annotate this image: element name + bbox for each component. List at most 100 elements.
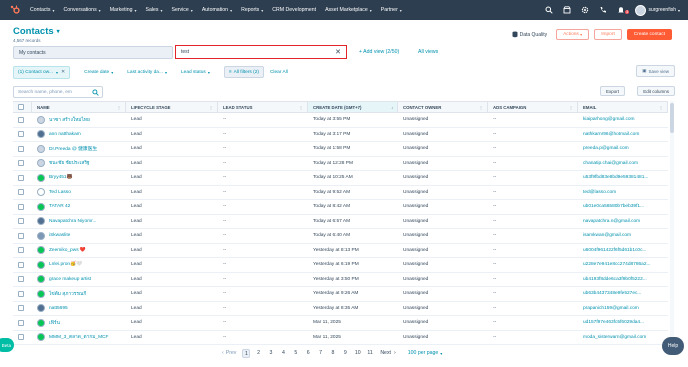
row-checkbox[interactable] bbox=[18, 189, 24, 196]
edit-columns-button[interactable]: Edit columns bbox=[637, 86, 675, 96]
account-menu[interactable]: surgreenfish ▾ bbox=[635, 4, 680, 16]
table-row[interactable]: ann natthakam Lead -- Today at 3:17 PM Unass… bbox=[13, 128, 668, 142]
create-contact-button[interactable]: Create contact bbox=[626, 29, 672, 40]
row-checkbox[interactable] bbox=[18, 232, 24, 239]
column-header-email[interactable]: Email ⋮ bbox=[578, 102, 668, 112]
table-row[interactable]: Dr.Preeda @ 健康医生 Lead -- Today at 1:58 PM Un… bbox=[13, 142, 668, 157]
page-number[interactable]: 2 bbox=[252, 350, 264, 356]
page-number[interactable]: 9 bbox=[339, 350, 351, 356]
sort-desc-icon[interactable]: ↓ bbox=[391, 105, 393, 110]
scrollbar-thumb[interactable] bbox=[670, 103, 674, 133]
per-page-select[interactable]: 100 per page ▾ bbox=[408, 350, 443, 356]
add-view-link[interactable]: + Add view (2/50) bbox=[359, 49, 399, 55]
cell-name[interactable]: ไข่ต้ม สุภาวรรณกี bbox=[32, 287, 126, 301]
cell-email[interactable]: chanatip.chai@gmail.com bbox=[578, 157, 668, 171]
cell-name[interactable]: MMM_3_ตลาด_ตากม_MCF bbox=[32, 331, 126, 345]
import-button[interactable]: Import bbox=[594, 29, 622, 40]
column-header-lifecycle[interactable]: Lifecycle Stage ⋮ bbox=[126, 102, 218, 112]
cell-email[interactable]: u228e7e941e8cc274d8786a2... bbox=[578, 258, 668, 272]
cell-name[interactable]: Ted Lasso bbox=[32, 186, 126, 200]
contact-name[interactable]: นาซา สร้างใหม่ไทย bbox=[49, 116, 90, 124]
nav-crm-development[interactable]: CRM Development bbox=[272, 7, 316, 13]
page-number[interactable]: 7 bbox=[314, 350, 326, 356]
cell-name[interactable]: TATAR 42 bbox=[32, 200, 126, 214]
nav-sales[interactable]: Sales ▾ bbox=[145, 7, 162, 13]
row-checkbox[interactable] bbox=[18, 174, 24, 181]
row-checkbox[interactable] bbox=[18, 218, 24, 225]
page-number[interactable]: 4 bbox=[277, 350, 289, 356]
more-icon[interactable]: ⋮ bbox=[659, 105, 663, 110]
cell-name[interactable]: เฟิร์น bbox=[32, 316, 126, 330]
table-search-input[interactable]: Search name, phone, em bbox=[13, 86, 103, 98]
cell-email[interactable]: preeda.p@gmail.com bbox=[578, 142, 668, 156]
page-title[interactable]: Contacts ▾ bbox=[13, 26, 60, 37]
row-checkbox[interactable] bbox=[18, 276, 24, 283]
contact-name[interactable]: Dr.Preeda @ 健康医生 bbox=[49, 145, 97, 152]
cell-name[interactable]: ann natthakam bbox=[32, 128, 126, 142]
table-row[interactable]: Lnlei.pron🥳🤍 Lead -- Yesterday at 6:19 PM Un… bbox=[13, 258, 668, 273]
cell-email[interactable]: nathkarnr96@hotmail.com bbox=[578, 128, 668, 142]
hubspot-logo-icon[interactable] bbox=[8, 3, 22, 17]
cell-name[interactable]: natt5695 bbox=[32, 302, 126, 316]
contact-name[interactable]: TATAR 42 bbox=[49, 204, 70, 209]
cell-email[interactable]: moda_sisterwarn@gmail.com bbox=[578, 331, 668, 345]
row-checkbox[interactable] bbox=[18, 319, 24, 326]
cell-name[interactable]: Dr.Preeda @ 健康医生 bbox=[32, 142, 126, 156]
column-header-name[interactable]: Name ⋮ bbox=[32, 102, 126, 112]
page-number[interactable]: 10 bbox=[352, 350, 364, 356]
row-checkbox[interactable] bbox=[18, 334, 24, 341]
table-scrollbar[interactable] bbox=[670, 101, 674, 341]
table-row[interactable]: TATAR 42 Lead -- Today at 8:42 AM Unassigned… bbox=[13, 200, 668, 215]
cell-name[interactable]: Navapatchra Niyomr... bbox=[32, 215, 126, 229]
all-filters-button[interactable]: ≡ All filters (2) bbox=[223, 66, 264, 78]
contact-name[interactable]: Navapatchra Niyomr... bbox=[49, 219, 96, 224]
more-icon[interactable]: ⋮ bbox=[209, 105, 213, 110]
cell-name[interactable]: Lnlei.pron🥳🤍 bbox=[32, 258, 126, 272]
cell-email[interactable]: ub63b4437348e9fe527ec... bbox=[578, 287, 668, 301]
view-tab-my-contacts[interactable]: My contacts bbox=[13, 46, 173, 59]
contact-name[interactable]: ann natthakam bbox=[49, 132, 81, 137]
help-button[interactable]: Help bbox=[662, 337, 684, 355]
cell-name[interactable]: ชนะชัย ชัยประเสริฐ bbox=[32, 157, 126, 171]
nav-partner[interactable]: Partner ▾ bbox=[381, 7, 402, 13]
contact-owner-filter[interactable]: (1) Contact ow... ▾ ✕ bbox=[13, 65, 71, 79]
contact-name[interactable]: MMM_3_ตลาด_ตากม_MCF bbox=[49, 333, 108, 341]
nav-asset-marketplace[interactable]: Asset Marketplace ▾ bbox=[325, 7, 372, 13]
cell-email[interactable]: kiaiparhong@gmail.com bbox=[578, 113, 668, 127]
contact-name[interactable]: grace makeup artist bbox=[49, 277, 91, 282]
contact-name[interactable]: Zeemiko_pws ❤️ bbox=[49, 248, 86, 253]
more-icon[interactable]: ⋮ bbox=[117, 105, 121, 110]
more-icon[interactable]: ⋮ bbox=[569, 105, 573, 110]
page-number[interactable]: 8 bbox=[327, 350, 339, 356]
more-icon[interactable]: ⋮ bbox=[299, 105, 303, 110]
row-checkbox[interactable] bbox=[18, 160, 24, 167]
marketplace-icon[interactable] bbox=[563, 6, 571, 14]
column-header-lead-status[interactable]: Lead Status ⋮ bbox=[218, 102, 308, 112]
column-header-ads-campaign[interactable]: Ads Campaign ⋮ bbox=[488, 102, 578, 112]
cell-email[interactable]: ub01e0ca56580b7beb39f1... bbox=[578, 200, 668, 214]
nav-service[interactable]: Service ▾ bbox=[171, 7, 192, 13]
contact-name[interactable]: ไข่ต้ม สุภาวรรณกี bbox=[49, 290, 86, 298]
row-checkbox[interactable] bbox=[18, 131, 24, 138]
table-row[interactable]: Navapatchra Niyomr... Lead -- Today at 6:57… bbox=[13, 215, 668, 229]
table-row[interactable]: grace makeup artist Lead -- Yesterday at 3:… bbox=[13, 273, 668, 287]
contact-name[interactable]: ชนะชัย ชัยประเสริฐ bbox=[49, 159, 90, 167]
contact-name[interactable]: Bryy451🐻 bbox=[49, 175, 73, 180]
search-icon[interactable] bbox=[545, 6, 554, 14]
cell-name[interactable]: grace makeup artist bbox=[32, 273, 126, 287]
nav-marketing[interactable]: Marketing ▾ bbox=[110, 7, 137, 13]
last-activity-filter[interactable]: Last activity da... ▾ bbox=[127, 70, 167, 75]
row-checkbox[interactable] bbox=[18, 305, 24, 312]
lead-status-filter[interactable]: Lead status ▾ bbox=[181, 70, 210, 75]
table-row[interactable]: MMM_3_ตลาด_ตากม_MCF Lead -- Mar 11, 2025 Una… bbox=[13, 331, 668, 345]
table-row[interactable]: Bryy451🐻 Lead -- Today at 10:25 AM Unassigne… bbox=[13, 171, 668, 186]
all-views-link[interactable]: All views bbox=[418, 49, 438, 55]
cell-name[interactable]: นาซา สร้างใหม่ไทย bbox=[32, 113, 126, 127]
close-icon[interactable]: ✕ bbox=[61, 69, 65, 75]
contact-name[interactable]: เฟิร์น bbox=[49, 319, 60, 327]
contact-name[interactable]: iSkwaslite bbox=[49, 233, 70, 238]
data-quality-button[interactable]: Data Quality bbox=[512, 31, 547, 38]
column-header-contact-owner[interactable]: Contact Owner ⋮ bbox=[398, 102, 488, 112]
cell-email[interactable]: u53f9fbd83e8bd9e59381481... bbox=[578, 171, 668, 185]
clear-all-link[interactable]: Clear All bbox=[270, 70, 288, 75]
